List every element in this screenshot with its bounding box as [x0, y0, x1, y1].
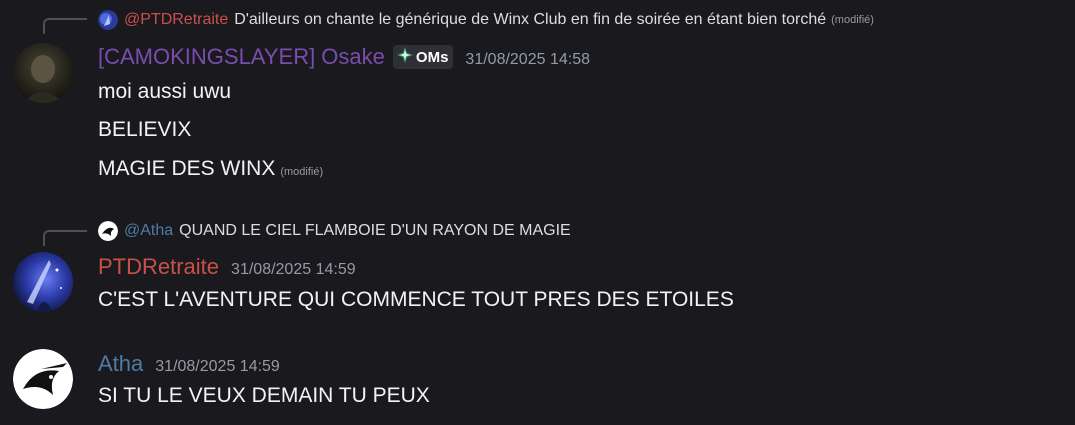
message-text: MAGIE DES WINX	[98, 157, 276, 180]
reply-author[interactable]: @PTDRetraite	[124, 11, 228, 29]
message-line: C'EST L'AVENTURE QUI COMMENCE TOUT PRES …	[98, 288, 734, 312]
badge-label: OMs	[415, 48, 449, 66]
reply-preview[interactable]: @Atha QUAND LE CIEL FLAMBOIE D'UN RAYON …	[98, 219, 571, 243]
message-line: moi aussi uwu	[98, 80, 231, 104]
message-header: PTDRetraite 31/08/2025 14:59	[98, 254, 356, 280]
reply-preview[interactable]: @PTDRetraite D'ailleurs on chante le gén…	[98, 8, 874, 32]
author-name[interactable]: PTDRetraite	[98, 254, 219, 280]
message-header: Atha 31/08/2025 14:59	[98, 351, 280, 377]
timestamp[interactable]: 31/08/2025 14:59	[155, 358, 280, 376]
author-name[interactable]: Atha	[98, 351, 143, 377]
edited-marker: (modifié)	[831, 14, 874, 26]
message-text: SI TU LE VEUX DEMAIN TU PEUX	[98, 384, 430, 407]
avatar-osake[interactable]	[13, 43, 73, 103]
reply-connector	[43, 18, 87, 34]
reply-avatar-atha[interactable]	[98, 221, 118, 241]
timestamp[interactable]: 31/08/2025 14:59	[231, 261, 356, 279]
avatar-atha[interactable]	[13, 349, 73, 409]
message-line: BELIEVIX	[98, 118, 191, 142]
message-header: [CAMOKINGSLAYER] Osake OMs 31/08/2025 14…	[98, 44, 590, 70]
message-text: moi aussi uwu	[98, 80, 232, 103]
reply-connector	[43, 230, 87, 246]
reply-text[interactable]: D'ailleurs on chante le générique de Win…	[234, 11, 826, 29]
reply-author[interactable]: @Atha	[124, 222, 173, 240]
author-name[interactable]: [CAMOKINGSLAYER] Osake	[98, 44, 385, 70]
message-text: BELIEVIX	[98, 118, 192, 141]
edited-marker: (modifié)	[280, 166, 324, 178]
diamond-compass-icon	[396, 46, 413, 68]
reply-avatar-ptdretraite[interactable]	[98, 10, 118, 30]
message-text: C'EST L'AVENTURE QUI COMMENCE TOUT PRES …	[98, 288, 734, 311]
reply-text[interactable]: QUAND LE CIEL FLAMBOIE D'UN RAYON DE MAG…	[179, 222, 571, 240]
message-line: SI TU LE VEUX DEMAIN TU PEUX	[98, 384, 430, 408]
message-line: MAGIE DES WINX (modifié)	[98, 157, 323, 181]
timestamp[interactable]: 31/08/2025 14:58	[465, 51, 590, 69]
avatar-ptdretraite[interactable]	[13, 252, 73, 312]
role-badge[interactable]: OMs	[392, 45, 454, 69]
